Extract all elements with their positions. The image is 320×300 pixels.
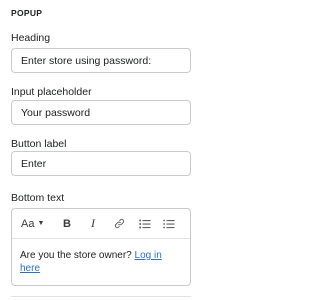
numbered-list-button[interactable] [158, 209, 180, 238]
section-title: POPUP [11, 8, 43, 18]
rich-text-content[interactable]: Are you the store owner? Log in here [12, 239, 190, 285]
button-label-input[interactable]: Enter [11, 151, 191, 176]
text-style-label: Aa [21, 217, 35, 230]
bottom-text-label: Bottom text [11, 192, 65, 204]
heading-input[interactable]: Enter store using password: [11, 48, 191, 73]
bold-button[interactable]: B [54, 209, 80, 238]
button-label-label: Button label [11, 138, 67, 150]
italic-button[interactable]: I [80, 209, 106, 238]
heading-label: Heading [11, 32, 51, 44]
bottom-text-content: Are you the store owner? [20, 250, 135, 261]
divider [11, 296, 191, 297]
bullet-list-icon [139, 219, 151, 228]
input-placeholder-label: Input placeholder [11, 86, 92, 98]
rich-text-editor[interactable]: Aa ▼ B I Are you the store owner? Log in… [11, 208, 191, 286]
link-icon [114, 218, 124, 229]
input-placeholder-input[interactable]: Your password [11, 100, 191, 125]
text-style-dropdown[interactable]: Aa ▼ [18, 209, 54, 238]
link-button[interactable] [106, 209, 132, 238]
rich-text-toolbar: Aa ▼ B I [12, 209, 190, 239]
chevron-down-icon: ▼ [37, 220, 45, 227]
bullet-list-button[interactable] [132, 209, 158, 238]
numbered-list-icon [163, 219, 175, 228]
